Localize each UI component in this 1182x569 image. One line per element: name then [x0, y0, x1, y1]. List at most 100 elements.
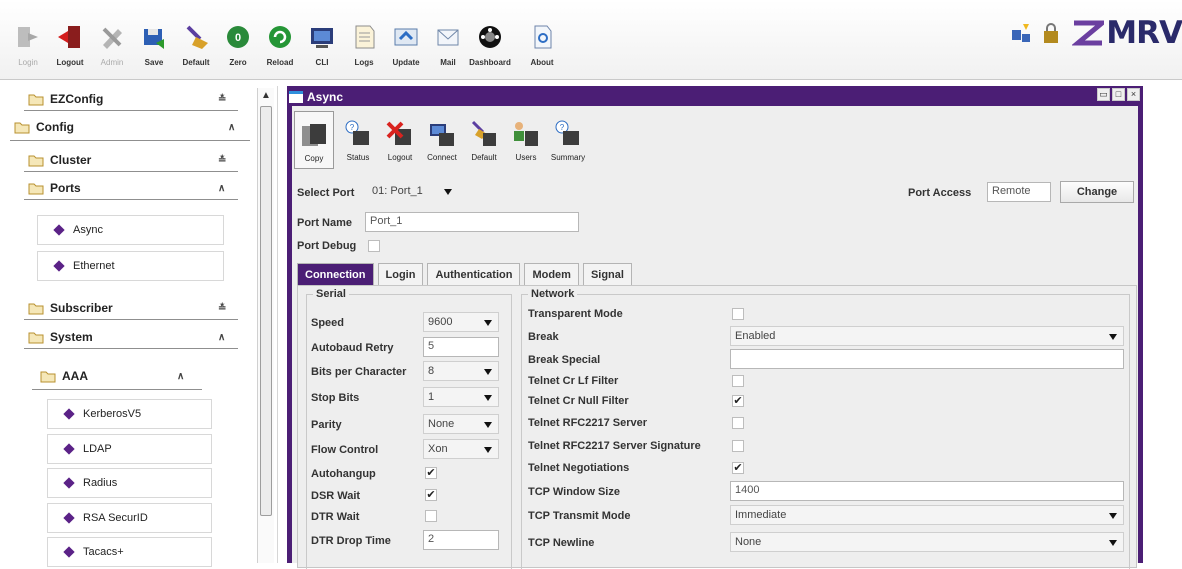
port-access-field: Remote — [987, 182, 1051, 202]
nav-scrollbar[interactable]: ▲ — [257, 88, 274, 563]
break-dropdown[interactable]: Enabled — [730, 326, 1124, 346]
mail-button[interactable]: Mail — [428, 6, 468, 72]
about-label: About — [530, 58, 554, 67]
port-default-button[interactable]: Default — [464, 111, 504, 169]
nav-section-cluster[interactable]: Cluster ≛ — [28, 149, 238, 171]
nav-item-async[interactable]: Async — [37, 215, 224, 245]
parity-value: None — [428, 418, 455, 430]
chevron-down-icon — [484, 422, 492, 428]
telnet-cr-null-filter-checkbox[interactable]: ✔ — [732, 395, 744, 407]
copy-button[interactable]: Copy — [294, 111, 334, 169]
save-button[interactable]: Save — [134, 6, 174, 72]
nav-item-ethernet[interactable]: Ethernet — [37, 251, 224, 281]
scroll-up-icon[interactable]: ▲ — [261, 90, 271, 101]
transparent-mode-checkbox[interactable] — [732, 308, 744, 320]
tab-modem[interactable]: Modem — [524, 263, 579, 285]
dtr-wait-checkbox[interactable] — [425, 510, 437, 522]
nav-item-label: LDAP — [83, 443, 112, 455]
status-button[interactable]: ? Status — [338, 111, 378, 169]
chevron-down-icon: ≛ — [218, 154, 227, 166]
cli-icon — [307, 22, 337, 52]
dtr-drop-time-input[interactable]: 2 — [423, 530, 499, 550]
change-button[interactable]: Change — [1060, 181, 1134, 203]
nav-section-label: Cluster — [50, 153, 92, 167]
stop-bits-dropdown[interactable]: 1 — [423, 387, 499, 407]
telnet-rfc2217-signature-checkbox[interactable] — [732, 440, 744, 452]
tcp-window-size-input[interactable]: 1400 — [730, 481, 1124, 501]
logout-port-button[interactable]: Logout — [380, 111, 420, 169]
nav-item-label: KerberosV5 — [83, 408, 142, 420]
telnet-rfc2217-server-checkbox[interactable] — [732, 417, 744, 429]
port-debug-checkbox[interactable] — [368, 240, 380, 252]
maximize-icon[interactable]: □ — [1112, 88, 1125, 101]
save-label: Save — [144, 58, 164, 67]
tab-login[interactable]: Login — [377, 263, 424, 285]
nav-section-ezconfig[interactable]: EZConfig ≛ — [28, 88, 238, 110]
tab-signal[interactable]: Signal — [582, 263, 632, 285]
telnet-negotiations-checkbox[interactable]: ✔ — [732, 462, 744, 474]
dsr-wait-checkbox[interactable]: ✔ — [425, 489, 437, 501]
nav-section-config[interactable]: Config ∧ — [14, 116, 244, 138]
nav-section-aaa[interactable]: AAA ∧ — [40, 365, 200, 387]
chevron-down-icon — [444, 189, 452, 195]
serial-group-title: Serial — [313, 288, 349, 300]
logout-label: Logout — [56, 58, 84, 67]
telnet-crlf-filter-checkbox[interactable] — [732, 375, 744, 387]
bits-per-character-value: 8 — [428, 365, 435, 377]
flow-control-dropdown[interactable]: Xon — [423, 439, 499, 459]
folder-icon — [28, 303, 44, 315]
tcp-transmit-mode-dropdown[interactable]: Immediate — [730, 505, 1124, 525]
autobaud-retry-input[interactable]: 5 — [423, 337, 499, 357]
admin-button[interactable]: Admin — [92, 6, 132, 72]
default-button[interactable]: Default — [176, 6, 216, 72]
divider — [24, 110, 238, 111]
connect-label: Connect — [427, 153, 457, 162]
users-button[interactable]: Users — [506, 111, 546, 169]
scroll-thumb[interactable] — [260, 106, 272, 516]
autohangup-checkbox[interactable]: ✔ — [425, 467, 437, 479]
dashboard-button[interactable]: Dashboard — [469, 6, 511, 72]
tcp-newline-dropdown[interactable]: None — [730, 532, 1124, 552]
port-name-input[interactable]: Port_1 — [365, 212, 579, 232]
lock-icon[interactable] — [1042, 22, 1060, 44]
nav-item-ldap[interactable]: LDAP — [47, 434, 212, 464]
parity-dropdown[interactable]: None — [423, 414, 499, 434]
nav-item-kerberosv5[interactable]: KerberosV5 — [47, 399, 212, 429]
break-special-input[interactable] — [730, 349, 1124, 369]
svg-text:0: 0 — [235, 32, 241, 44]
nav-item-rsa-securid[interactable]: RSA SecurID — [47, 503, 212, 533]
select-port-dropdown[interactable]: 01: Port_1 — [368, 182, 458, 202]
network-alert-icon[interactable] — [1010, 22, 1032, 44]
copy-icon — [297, 118, 331, 152]
logout-port-icon — [383, 117, 417, 151]
reload-button[interactable]: Reload — [260, 6, 300, 72]
chevron-up-icon: ∧ — [228, 121, 236, 133]
summary-button[interactable]: ? Summary — [548, 111, 588, 169]
about-button[interactable]: About — [522, 6, 562, 72]
update-button[interactable]: Update — [386, 6, 426, 72]
login-button[interactable]: Login — [8, 6, 48, 72]
nav-section-label: Subscriber — [50, 301, 113, 315]
bits-per-character-label: Bits per Character — [311, 366, 407, 378]
zero-button[interactable]: 0 Zero — [218, 6, 258, 72]
window-titlebar[interactable]: Async — [287, 86, 1143, 106]
folder-icon — [28, 94, 44, 106]
tab-authentication[interactable]: Authentication — [427, 263, 521, 285]
nav-item-label: Tacacs+ — [83, 546, 124, 558]
cli-button[interactable]: CLI — [302, 6, 342, 72]
speed-dropdown[interactable]: 9600 — [423, 312, 499, 332]
tab-connection[interactable]: Connection — [297, 263, 374, 285]
restore-icon[interactable]: ▭ — [1097, 88, 1110, 101]
nav-item-radius[interactable]: Radius — [47, 468, 212, 498]
default-icon — [467, 117, 501, 151]
nav-section-system[interactable]: System ∧ — [28, 326, 238, 348]
nav-section-ports[interactable]: Ports ∧ — [28, 177, 238, 199]
telnet-crlf-filter-label: Telnet Cr Lf Filter — [528, 375, 619, 387]
logs-button[interactable]: Logs — [344, 6, 384, 72]
zero-icon: 0 — [223, 22, 253, 52]
close-icon[interactable]: × — [1127, 88, 1140, 101]
bits-per-character-dropdown[interactable]: 8 — [423, 361, 499, 381]
logout-button[interactable]: Logout — [50, 6, 90, 72]
nav-section-subscriber[interactable]: Subscriber ≛ — [28, 297, 238, 319]
connect-button[interactable]: Connect — [422, 111, 462, 169]
